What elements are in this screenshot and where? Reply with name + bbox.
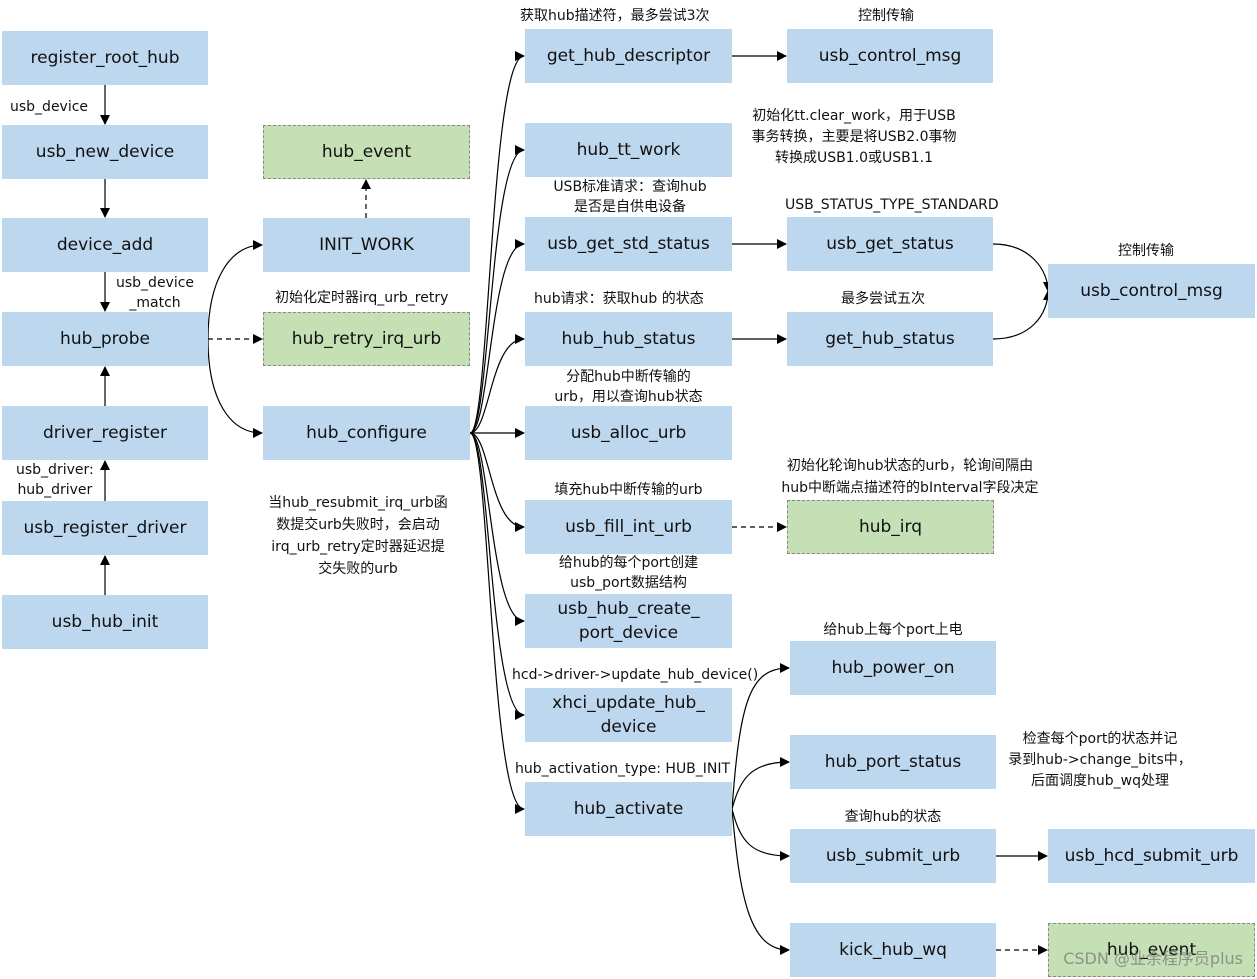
node-usb-control-msg-1: usb_control_msg [787, 29, 993, 83]
label-control-transfer-2: 控制传输 [1118, 243, 1174, 259]
node-hub-configure: hub_configure [263, 406, 470, 460]
label-tt-note: 初始化tt.clear_work，用于USB 事务转换，主要是将USB2.0事物… [751, 108, 957, 166]
label-hub-request-note: hub请求：获取hub 的状态 [534, 291, 704, 307]
node-hub-power-on: hub_power_on [790, 641, 996, 695]
label-alloc-note: 分配hub中断传输的 urb，用以查询hub状态 [554, 369, 703, 405]
node-hub-event-top: hub_event [263, 125, 470, 179]
node-usb-get-std-status: usb_get_std_status [525, 217, 732, 271]
label-control-transfer-1: 控制传输 [858, 8, 914, 24]
node-hub-hub-status: hub_hub_status [525, 312, 732, 366]
node-hub-port-status: hub_port_status [790, 735, 996, 789]
label-irq-note: 初始化轮询hub状态的urb，轮询间隔由 hub中断端点描述符的bInterva… [781, 458, 1039, 496]
node-hub-activate: hub_activate [525, 782, 732, 836]
node-xhci-update-hub-device: xhci_update_hub_ device [525, 688, 732, 742]
node-get-hub-descriptor: get_hub_descriptor [525, 29, 732, 83]
node-hub-retry-irq-urb: hub_retry_irq_urb [263, 312, 470, 366]
node-usb-control-msg-2: usb_control_msg [1048, 264, 1255, 318]
node-kick-hub-wq: kick_hub_wq [790, 923, 996, 977]
label-port-status-note: 检查每个port的状态并记 录到hub->change_bits中， 后面调度h… [1008, 731, 1192, 789]
label-std-request-note: USB标准请求：查询hub 是否是自供电设备 [553, 179, 707, 215]
node-usb-fill-int-urb: usb_fill_int_urb [525, 500, 732, 554]
label-resubmit-note: 当hub_resubmit_irq_urb函 数提交urb失败时，会启动 irq… [268, 495, 448, 577]
node-register-root-hub: register_root_hub [2, 31, 208, 85]
label-get-descriptor-note: 获取hub描述符，最多尝试3次 [520, 8, 710, 24]
label-update-note: hcd->driver->update_hub_device() [512, 667, 759, 683]
node-usb-hub-create-port-device: usb_hub_create_ port_device [525, 594, 732, 648]
node-usb-alloc-urb: usb_alloc_urb [525, 406, 732, 460]
label-init-timer: 初始化定时器irq_urb_retry [275, 290, 449, 306]
node-driver-register: driver_register [2, 406, 208, 460]
node-usb-submit-urb: usb_submit_urb [790, 829, 996, 883]
node-get-hub-status: get_hub_status [787, 312, 993, 366]
label-activation-type: hub_activation_type: HUB_INIT [515, 761, 731, 777]
node-init-work: INIT_WORK [263, 218, 470, 272]
node-usb-get-status: usb_get_status [787, 217, 993, 271]
watermark: CSDN @业余程序员plus [1063, 949, 1243, 968]
label-usb-device: usb_device [10, 99, 89, 115]
label-query-status-note: 查询hub的状态 [844, 809, 942, 825]
node-usb-hcd-submit-urb: usb_hcd_submit_urb [1048, 829, 1255, 883]
node-hub-tt-work: hub_tt_work [525, 123, 732, 177]
label-create-port-note: 给hub的每个port创建 usb_port数据结构 [558, 555, 699, 591]
node-usb-hub-init: usb_hub_init [2, 595, 208, 649]
label-status-type: USB_STATUS_TYPE_STANDARD [785, 197, 999, 213]
node-device-add: device_add [2, 218, 208, 272]
label-max-five: 最多尝试五次 [841, 291, 925, 307]
node-hub-probe: hub_probe [2, 312, 208, 366]
label-power-note: 给hub上每个port上电 [823, 622, 963, 638]
node-usb-register-driver: usb_register_driver [2, 501, 208, 555]
label-usb-device-match: usb_device _match [116, 275, 195, 311]
label-fill-note: 填充hub中断传输的urb [554, 482, 703, 498]
label-usb-driver: usb_driver: hub_driver [16, 462, 94, 498]
node-hub-irq: hub_irq [787, 500, 994, 554]
node-usb-new-device: usb_new_device [2, 125, 208, 179]
